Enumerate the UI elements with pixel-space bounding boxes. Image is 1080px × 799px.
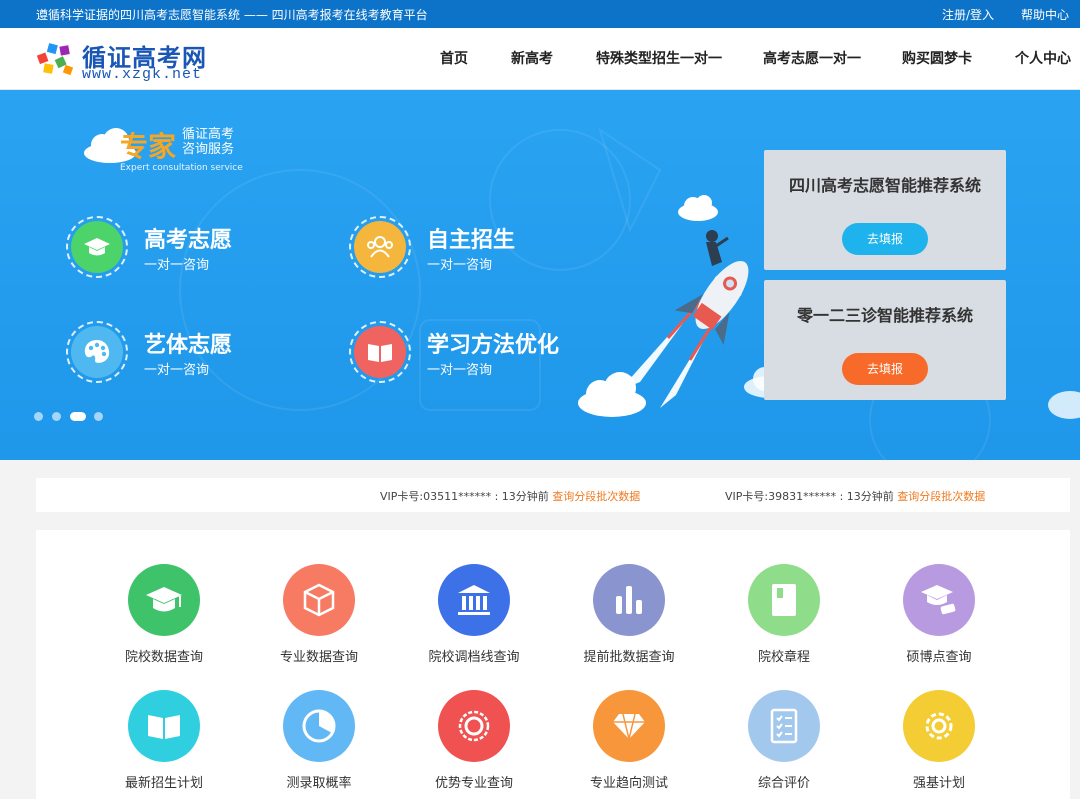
feature-admission-probability[interactable]: 测录取概率 bbox=[244, 690, 394, 791]
expert-english-text: Expert consultation service bbox=[120, 163, 243, 173]
doctoral-cap-icon bbox=[903, 564, 975, 636]
ticker-item: VIP卡号:03511****** : 13分钟前 查询分段批次数据 bbox=[380, 488, 640, 504]
service-circle bbox=[349, 321, 411, 383]
graduation-cap-icon bbox=[71, 221, 123, 273]
logo-url: www.xzgk.net bbox=[82, 66, 203, 83]
feature-admission-line[interactable]: 院校调档线查询 bbox=[399, 564, 549, 665]
feature-label: 优势专业查询 bbox=[434, 776, 513, 791]
site-logo[interactable]: 循证高考网 www.xzgk.net bbox=[36, 38, 236, 83]
book-icon bbox=[354, 326, 406, 378]
gear-icon bbox=[903, 690, 975, 762]
ticker-text: VIP卡号:03511****** : 13分钟前 bbox=[380, 490, 553, 503]
feature-label: 院校调档线查询 bbox=[428, 650, 520, 665]
service-circle bbox=[66, 321, 128, 383]
feature-label: 专业趋向测试 bbox=[589, 776, 668, 791]
institution-icon bbox=[438, 564, 510, 636]
service-title: 高考志愿 bbox=[144, 227, 233, 253]
users-icon bbox=[354, 221, 406, 273]
feature-label: 院校数据查询 bbox=[124, 650, 203, 665]
feature-enrollment-plan[interactable]: 最新招生计划 bbox=[89, 690, 239, 791]
checklist-icon bbox=[748, 690, 820, 762]
feature-comprehensive-evaluation[interactable]: 综合评价 bbox=[709, 690, 859, 791]
feature-label: 强基计划 bbox=[912, 776, 965, 791]
expert-small-line-2: 咨询服务 bbox=[182, 142, 235, 157]
nav-home[interactable]: 首页 bbox=[440, 28, 468, 90]
document-icon bbox=[748, 564, 820, 636]
feature-college-charter[interactable]: 院校章程 bbox=[709, 564, 859, 665]
service-subtitle: 一对一咨询 bbox=[427, 258, 493, 273]
graduation-cap-icon bbox=[128, 564, 200, 636]
login-register-link[interactable]: 注册/登入 bbox=[942, 6, 994, 23]
feature-early-batch[interactable]: 提前批数据查询 bbox=[554, 564, 704, 665]
expert-big-text: 专家 bbox=[120, 130, 177, 163]
service-study-method[interactable]: 学习方法优化 一对一咨询 bbox=[349, 321, 609, 383]
top-bar: 遵循科学证据的四川高考志愿智能系统 —— 四川高考报考在线考教育平台 注册/登入… bbox=[0, 0, 1080, 28]
service-subtitle: 一对一咨询 bbox=[427, 363, 493, 378]
open-book-icon bbox=[128, 690, 200, 762]
service-independent-admission[interactable]: 自主招生 一对一咨询 bbox=[349, 216, 609, 278]
feature-major-tendency[interactable]: 专业趋向测试 bbox=[554, 690, 704, 791]
feature-label: 院校章程 bbox=[757, 650, 810, 665]
fill-in-button[interactable]: 去填报 bbox=[842, 223, 928, 255]
nav-special-admission[interactable]: 特殊类型招生一对一 bbox=[596, 28, 722, 90]
feature-master-doctor[interactable]: 硕博点查询 bbox=[864, 564, 1014, 665]
nav-volunteer-consult[interactable]: 高考志愿一对一 bbox=[763, 28, 861, 90]
diamond-icon bbox=[593, 690, 665, 762]
logo-mark-icon bbox=[36, 43, 74, 76]
feature-label: 综合评价 bbox=[757, 776, 810, 791]
recommend-card-gaokao: 四川高考志愿智能推荐系统 去填报 bbox=[764, 150, 1006, 270]
service-circle bbox=[349, 216, 411, 278]
vip-activity-ticker: VIP卡号:03511****** : 13分钟前 查询分段批次数据 VIP卡号… bbox=[36, 478, 1070, 512]
service-subtitle: 一对一咨询 bbox=[144, 258, 210, 273]
site-slogan: 遵循科学证据的四川高考志愿智能系统 —— 四川高考报考在线考教育平台 bbox=[36, 8, 428, 22]
feature-label: 最新招生计划 bbox=[124, 776, 203, 791]
service-title: 自主招生 bbox=[427, 227, 516, 253]
recommend-card-title: 零一二三诊智能推荐系统 bbox=[796, 306, 973, 325]
feature-college-data[interactable]: 院校数据查询 bbox=[89, 564, 239, 665]
feature-label: 专业数据查询 bbox=[279, 650, 358, 665]
feature-label: 提前批数据查询 bbox=[583, 650, 675, 665]
fill-in-button[interactable]: 去填报 bbox=[842, 353, 928, 385]
service-title: 艺体志愿 bbox=[144, 332, 233, 358]
expert-small-line-1: 循证高考 bbox=[182, 127, 235, 142]
pie-chart-icon bbox=[283, 690, 355, 762]
service-art-sports-volunteer[interactable]: 艺体志愿 一对一咨询 bbox=[66, 321, 326, 383]
feature-grid: 院校数据查询 专业数据查询 院校调档线查询 提前批数据查询 院校章程 硕博点查询 bbox=[36, 530, 1070, 799]
feature-advantage-major[interactable]: 优势专业查询 bbox=[399, 690, 549, 791]
feature-label: 测录取概率 bbox=[286, 776, 352, 791]
cube-icon bbox=[283, 564, 355, 636]
carousel-dot[interactable] bbox=[94, 412, 103, 421]
feature-major-data[interactable]: 专业数据查询 bbox=[244, 564, 394, 665]
feature-strong-base-plan[interactable]: 强基计划 bbox=[864, 690, 1014, 791]
nav-new-gaokao[interactable]: 新高考 bbox=[511, 28, 553, 90]
header: 循证高考网 www.xzgk.net 首页 新高考 特殊类型招生一对一 高考志愿… bbox=[0, 28, 1080, 90]
expert-consultation-logo: 专家 循证高考 咨询服务 Expert consultation service bbox=[82, 125, 262, 175]
carousel-dot-active[interactable] bbox=[70, 412, 86, 421]
carousel-dot[interactable] bbox=[34, 412, 43, 421]
nav-user-center[interactable]: 个人中心 bbox=[1015, 28, 1071, 90]
service-title: 学习方法优化 bbox=[427, 332, 560, 358]
feature-label: 硕博点查询 bbox=[906, 650, 972, 665]
carousel-dot[interactable] bbox=[52, 412, 61, 421]
recommend-card-title: 四川高考志愿智能推荐系统 bbox=[788, 176, 981, 195]
expert-small-text: 循证高考 咨询服务 bbox=[182, 127, 234, 157]
hero-banner: 专家 循证高考 咨询服务 Expert consultation service… bbox=[0, 90, 1080, 460]
service-subtitle: 一对一咨询 bbox=[144, 363, 210, 378]
ticker-text: VIP卡号:39831****** : 13分钟前 bbox=[725, 490, 898, 503]
palette-icon bbox=[71, 326, 123, 378]
ticker-item: VIP卡号:39831****** : 13分钟前 查询分段批次数据 bbox=[725, 488, 985, 504]
service-gaokao-volunteer[interactable]: 高考志愿 一对一咨询 bbox=[66, 216, 326, 278]
ticker-link[interactable]: 查询分段批次数据 bbox=[552, 490, 640, 503]
service-circle bbox=[66, 216, 128, 278]
bar-chart-icon bbox=[593, 564, 665, 636]
badge-icon bbox=[438, 690, 510, 762]
nav-buy-card[interactable]: 购买圆梦卡 bbox=[902, 28, 972, 90]
ticker-link[interactable]: 查询分段批次数据 bbox=[897, 490, 985, 503]
recommend-card-diagnosis: 零一二三诊智能推荐系统 去填报 bbox=[764, 280, 1006, 400]
help-center-link[interactable]: 帮助中心 bbox=[1021, 6, 1069, 23]
